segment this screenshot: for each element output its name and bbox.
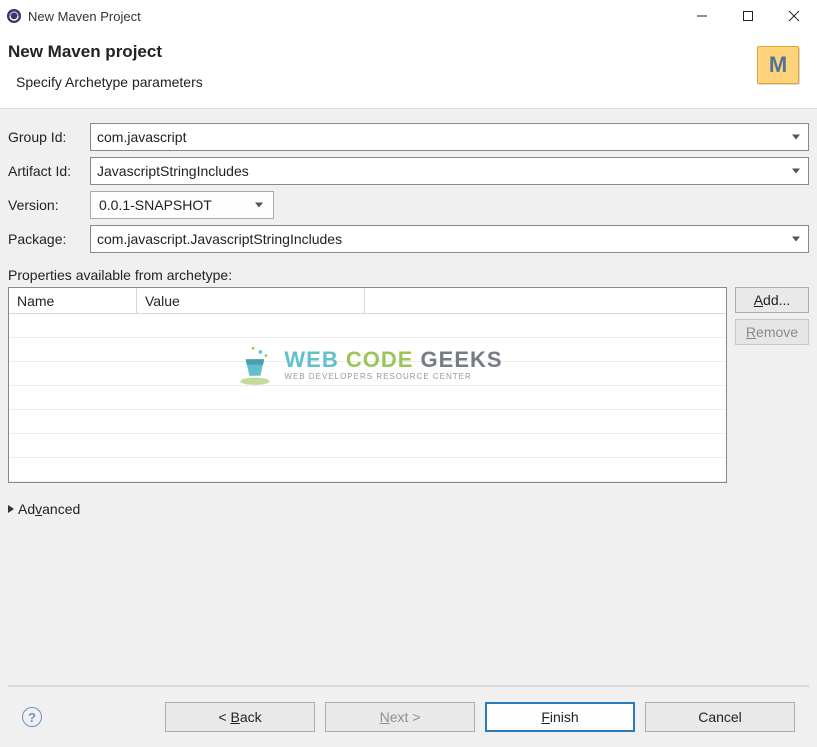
maximize-button[interactable] [725, 0, 771, 32]
close-button[interactable] [771, 0, 817, 32]
column-value[interactable]: Value [137, 288, 365, 313]
group-id-input[interactable]: com.javascript [90, 123, 809, 151]
back-button[interactable]: < Back [165, 702, 315, 732]
version-value: 0.0.1-SNAPSHOT [99, 197, 212, 213]
column-spacer [365, 288, 726, 313]
finish-button[interactable]: Finish [485, 702, 635, 732]
chevron-down-icon [792, 135, 800, 140]
artifact-id-label: Artifact Id: [8, 163, 90, 179]
table-row [9, 434, 726, 458]
table-row [9, 314, 726, 338]
chevron-down-icon [255, 203, 263, 208]
table-row [9, 362, 726, 386]
next-button: Next > [325, 702, 475, 732]
add-button[interactable]: Add... [735, 287, 809, 313]
version-combo[interactable]: 0.0.1-SNAPSHOT [90, 191, 274, 219]
table-row [9, 386, 726, 410]
column-name[interactable]: Name [9, 288, 137, 313]
remove-label-rest: emove [756, 324, 798, 340]
cancel-button[interactable]: Cancel [645, 702, 795, 732]
maven-icon: M [757, 46, 799, 84]
advanced-expander[interactable]: Advanced [8, 501, 809, 517]
artifact-id-input[interactable]: JavascriptStringIncludes [90, 157, 809, 185]
page-subtitle: Specify Archetype parameters [8, 74, 757, 90]
version-label: Version: [8, 197, 90, 213]
table-row [9, 338, 726, 362]
eclipse-icon [6, 8, 22, 24]
page-title: New Maven project [8, 42, 757, 62]
help-icon[interactable]: ? [22, 707, 42, 727]
add-label-rest: dd... [763, 292, 790, 308]
remove-button: Remove [735, 319, 809, 345]
window-title: New Maven Project [28, 9, 679, 24]
package-value: com.javascript.JavascriptStringIncludes [97, 231, 342, 247]
minimize-button[interactable] [679, 0, 725, 32]
package-input[interactable]: com.javascript.JavascriptStringIncludes [90, 225, 809, 253]
table-row [9, 458, 726, 482]
properties-label: Properties available from archetype: [8, 267, 809, 283]
chevron-down-icon [792, 237, 800, 242]
form-area: Group Id: com.javascript Artifact Id: Ja… [0, 109, 817, 747]
expand-arrow-icon [8, 505, 14, 513]
table-body [9, 314, 726, 482]
artifact-id-value: JavascriptStringIncludes [97, 163, 249, 179]
dialog-header: New Maven project Specify Archetype para… [0, 32, 817, 109]
button-bar: ? < Back Next > Finish Cancel [8, 687, 809, 747]
group-id-label: Group Id: [8, 129, 90, 145]
package-label: Package: [8, 231, 90, 247]
table-row [9, 410, 726, 434]
group-id-value: com.javascript [97, 129, 186, 145]
chevron-down-icon [792, 169, 800, 174]
titlebar: New Maven Project [0, 0, 817, 32]
properties-table[interactable]: Name Value [8, 287, 727, 483]
table-header: Name Value [9, 288, 726, 314]
